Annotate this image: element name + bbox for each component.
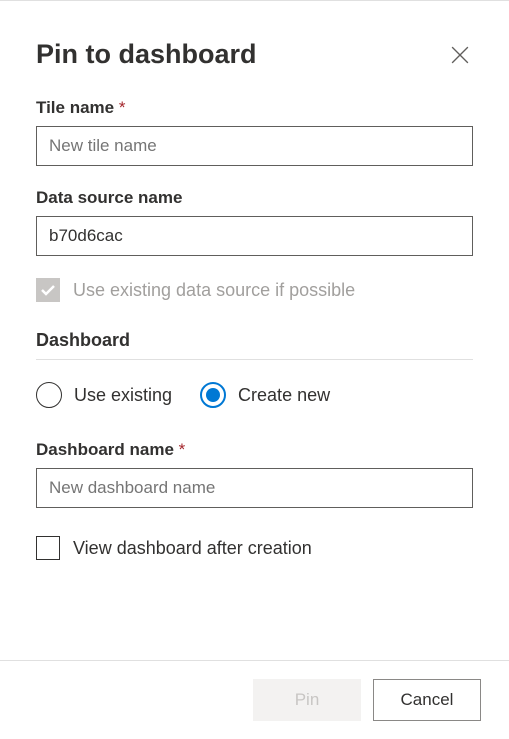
view-after-checkbox[interactable]	[36, 536, 60, 560]
dashboard-name-input[interactable]	[36, 468, 473, 508]
tile-name-label: Tile name *	[36, 98, 473, 118]
tile-name-label-text: Tile name	[36, 98, 114, 117]
dialog-header: Pin to dashboard	[36, 39, 473, 70]
pin-dashboard-dialog: Pin to dashboard Tile name * Data source…	[0, 1, 509, 560]
dialog-title: Pin to dashboard	[36, 39, 257, 70]
dashboard-name-label-text: Dashboard name	[36, 440, 174, 459]
use-existing-source-label: Use existing data source if possible	[73, 280, 355, 301]
data-source-name-label: Data source name	[36, 188, 473, 208]
close-button[interactable]	[447, 42, 473, 68]
tile-name-input[interactable]	[36, 126, 473, 166]
pin-button[interactable]: Pin	[253, 679, 361, 721]
checkmark-icon	[40, 282, 56, 298]
dashboard-name-group: Dashboard name *	[36, 440, 473, 508]
section-divider	[36, 359, 473, 360]
view-after-row[interactable]: View dashboard after creation	[36, 536, 473, 560]
close-icon	[451, 46, 469, 64]
create-new-radio-label: Create new	[238, 385, 330, 406]
dialog-footer: Pin Cancel	[0, 660, 509, 739]
required-icon: *	[179, 440, 186, 459]
use-existing-radio[interactable]: Use existing	[36, 382, 172, 408]
view-after-label: View dashboard after creation	[73, 538, 312, 559]
radio-icon	[36, 382, 62, 408]
use-existing-source-row: Use existing data source if possible	[36, 278, 473, 302]
cancel-button[interactable]: Cancel	[373, 679, 481, 721]
required-icon: *	[119, 98, 126, 117]
tile-name-group: Tile name *	[36, 98, 473, 166]
dashboard-radio-group: Use existing Create new	[36, 382, 473, 408]
radio-dot-icon	[206, 388, 220, 402]
use-existing-radio-label: Use existing	[74, 385, 172, 406]
data-source-name-group: Data source name	[36, 188, 473, 256]
use-existing-source-checkbox	[36, 278, 60, 302]
create-new-radio[interactable]: Create new	[200, 382, 330, 408]
dashboard-section-header: Dashboard	[36, 330, 473, 351]
dashboard-name-label: Dashboard name *	[36, 440, 473, 460]
data-source-name-input[interactable]	[36, 216, 473, 256]
radio-selected-icon	[200, 382, 226, 408]
